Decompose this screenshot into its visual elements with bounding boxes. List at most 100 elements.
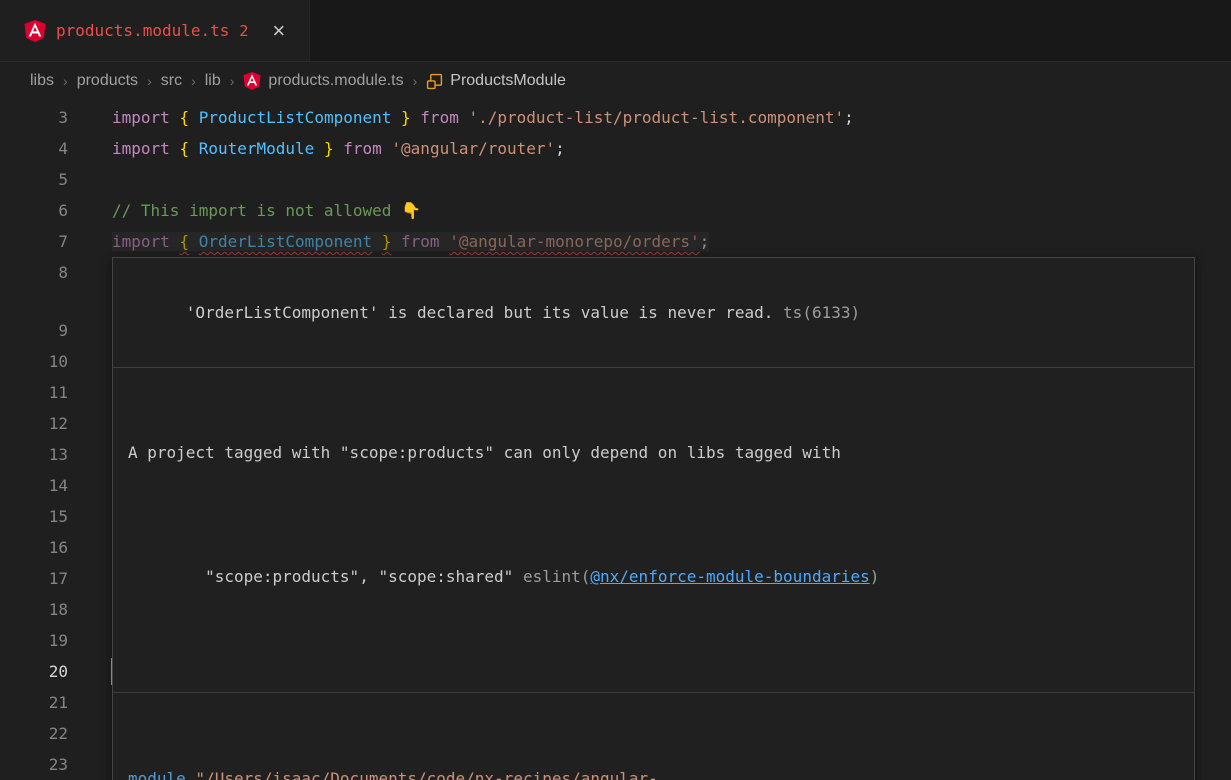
line-number: 5 xyxy=(0,164,68,195)
chevron-right-icon: › xyxy=(230,73,235,89)
line-number: 4 xyxy=(0,133,68,164)
code-token: } xyxy=(382,232,392,251)
chevron-right-icon: › xyxy=(413,73,418,89)
module-path-line1: "/Users/isaac/Documents/code/nx-recipes/… xyxy=(186,769,658,780)
eslint-source-prefix: eslint( xyxy=(523,567,590,586)
diagnostic-code: ts(6133) xyxy=(783,303,860,322)
code-token xyxy=(170,139,180,158)
line-number: 9 xyxy=(0,315,68,346)
code-editor[interactable]: 3 import { ProductListComponent } from '.… xyxy=(0,100,1231,780)
code-token: from xyxy=(401,232,440,251)
code-token xyxy=(440,232,450,251)
breadcrumb-item-symbol[interactable]: ProductsModule xyxy=(426,72,566,90)
code-token: ; xyxy=(844,108,854,127)
line-number: 11 xyxy=(0,377,68,408)
code-token xyxy=(170,232,180,251)
line-number: 19 xyxy=(0,625,68,656)
line-number: 12 xyxy=(0,408,68,439)
eslint-source-suffix: ) xyxy=(870,567,880,586)
code-token: '@angular-monorepo/orders' xyxy=(449,232,699,251)
class-symbol-icon xyxy=(426,73,443,90)
line-number: 13 xyxy=(0,439,68,470)
hover-popup: 'OrderListComponent' is declared but its… xyxy=(112,257,1195,780)
code-token: '@angular/router' xyxy=(391,139,555,158)
angular-icon xyxy=(24,20,46,42)
code-token: './product-list/product-list.component' xyxy=(468,108,844,127)
code-token: 👇 xyxy=(401,201,421,220)
code-line[interactable]: 4 import { RouterModule } from '@angular/… xyxy=(0,133,1231,164)
code-token: RouterModule xyxy=(199,139,315,158)
eslint-rule-link[interactable]: @nx/enforce-module-boundaries xyxy=(590,567,869,586)
code-token xyxy=(170,108,180,127)
code-line[interactable]: 3 import { ProductListComponent } from '.… xyxy=(0,102,1231,133)
breadcrumb-item-file[interactable]: products.module.ts xyxy=(243,72,403,90)
code-token xyxy=(382,139,392,158)
code-token: ; xyxy=(555,139,565,158)
diagnostic-message: 'OrderListComponent' is declared but its… xyxy=(186,303,774,322)
breadcrumb: libs › products › src › lib › products.m… xyxy=(0,62,1231,100)
breadcrumb-file-label: products.module.ts xyxy=(268,72,403,90)
code-token xyxy=(391,232,401,251)
code-token: from xyxy=(420,108,459,127)
chevron-right-icon: › xyxy=(191,73,196,89)
code-token: { xyxy=(179,232,189,251)
code-token: { xyxy=(179,108,189,127)
code-token xyxy=(334,139,344,158)
line-number: 10 xyxy=(0,346,68,377)
code-token xyxy=(189,108,199,127)
code-token xyxy=(189,232,199,251)
line-number: 14 xyxy=(0,470,68,501)
line-number: 21 xyxy=(0,687,68,718)
code-token: OrderListComponent xyxy=(199,232,372,251)
code-token: import xyxy=(112,232,170,251)
code-token: // This import is not allowed xyxy=(112,201,401,220)
code-token: } xyxy=(401,108,411,127)
hover-eslint-diagnostic: A project tagged with "scope:products" c… xyxy=(113,368,1194,693)
breadcrumb-symbol-label: ProductsModule xyxy=(450,72,566,90)
line-number: 15 xyxy=(0,501,68,532)
line-number: 23 xyxy=(0,749,68,780)
breadcrumb-item-src[interactable]: src xyxy=(161,72,182,90)
line-number: 3 xyxy=(0,102,68,133)
line-number: 16 xyxy=(0,532,68,563)
eslint-message-line2: "scope:products", "scope:shared" xyxy=(205,567,523,586)
line-number: 8 xyxy=(0,257,68,288)
line-number: 22 xyxy=(0,718,68,749)
tab-bar: products.module.ts 2 × xyxy=(0,0,1231,62)
module-keyword: module xyxy=(128,769,186,780)
tab-products-module[interactable]: products.module.ts 2 × xyxy=(0,0,310,61)
line-code xyxy=(112,164,1231,195)
line-code: import { RouterModule } from '@angular/r… xyxy=(112,133,1231,164)
tab-title: products.module.ts xyxy=(56,21,229,40)
line-number: 17 xyxy=(0,563,68,594)
angular-icon xyxy=(243,72,261,90)
line-number: 7 xyxy=(0,226,68,257)
line-number: 20 xyxy=(0,656,68,687)
hover-module-info: module "/Users/isaac/Documents/code/nx-r… xyxy=(113,693,1194,780)
code-token xyxy=(391,108,401,127)
breadcrumb-item-libs[interactable]: libs xyxy=(30,72,54,90)
close-icon[interactable]: × xyxy=(272,20,285,42)
code-token: ProductListComponent xyxy=(199,108,392,127)
code-line[interactable]: 5 xyxy=(0,164,1231,195)
eslint-message-line1: A project tagged with "scope:products" c… xyxy=(128,443,841,462)
line-code: import { OrderListComponent } from '@ang… xyxy=(112,226,1231,257)
chevron-right-icon: › xyxy=(147,73,152,89)
code-token xyxy=(189,139,199,158)
code-line[interactable]: 7 import { OrderListComponent } from '@an… xyxy=(0,226,1231,257)
code-token: import xyxy=(112,108,170,127)
breadcrumb-item-lib[interactable]: lib xyxy=(205,72,221,90)
tab-problems-badge: 2 xyxy=(239,22,248,40)
line-number: 18 xyxy=(0,594,68,625)
line-code: // This import is not allowed 👇 xyxy=(112,195,1231,226)
breadcrumb-item-products[interactable]: products xyxy=(77,72,138,90)
code-token xyxy=(411,108,421,127)
code-line[interactable]: 6 // This import is not allowed 👇 xyxy=(0,195,1231,226)
line-number: 6 xyxy=(0,195,68,226)
line-code: import { ProductListComponent } from './… xyxy=(112,102,1231,133)
code-token: from xyxy=(343,139,382,158)
code-token: ; xyxy=(700,232,710,251)
hover-ts-diagnostic: 'OrderListComponent' is declared but its… xyxy=(113,258,1194,368)
code-token xyxy=(314,139,324,158)
code-token: { xyxy=(179,139,189,158)
